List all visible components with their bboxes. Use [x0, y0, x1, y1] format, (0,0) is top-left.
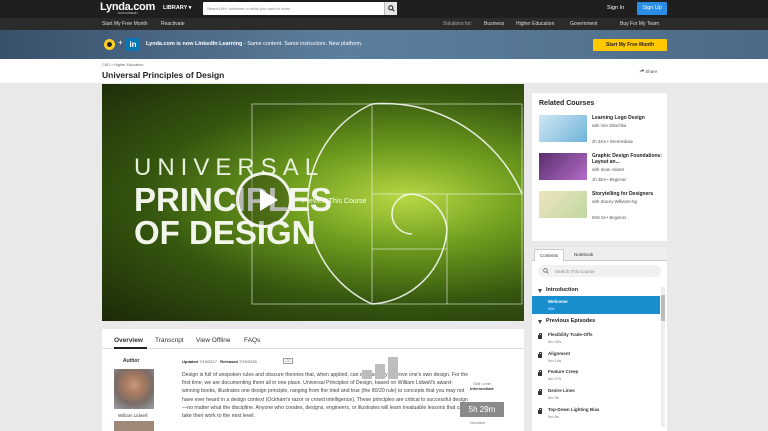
linkedin-icon: in	[126, 38, 140, 51]
lock-icon	[538, 407, 543, 414]
sign-in-link[interactable]: Sign In	[607, 5, 624, 11]
duration-badge: 5h 29m	[460, 402, 504, 417]
search-button[interactable]	[384, 2, 397, 15]
chapter-introduction[interactable]: Introduction	[532, 286, 660, 296]
sign-up-button[interactable]: Sign Up	[637, 2, 667, 15]
page-title: Universal Principles of Design	[102, 70, 225, 80]
lynda-badge-icon	[104, 39, 115, 50]
video-title-line-1: UNIVERSAL	[134, 154, 325, 181]
lynda-logo[interactable]: Lynda.com FROM LINKEDIN	[100, 1, 155, 15]
tab-notebook[interactable]: Notebook	[569, 249, 598, 261]
toc-scrollbar[interactable]	[661, 287, 665, 427]
table-of-contents-panel: Contents Notebook Search This Course Int…	[532, 247, 667, 431]
share-icon	[639, 68, 644, 73]
video-title-line-3: OF DESIGN	[134, 214, 316, 251]
plus-sign: +	[118, 38, 123, 47]
related-course-meta: 59m 5s • Beginner	[592, 215, 627, 220]
author-heading: Author	[123, 358, 140, 364]
skill-level-icon	[362, 357, 400, 379]
related-course-meta: 2h 34m • Intermediate	[592, 139, 634, 144]
chapter-previous-episodes[interactable]: Previous Episodes	[532, 317, 660, 327]
tab-transcript[interactable]: Transcript	[155, 337, 184, 344]
course-video-player[interactable]: UNIVERSAL PRINCIPLES OF DESIGN Preview T…	[102, 84, 524, 321]
tab-contents[interactable]: Contents	[534, 249, 565, 261]
related-courses-panel: Related Courses Learning Logo Design wit…	[532, 93, 667, 241]
sub-navigation: Start My Free Month Reactivate Solutions…	[0, 18, 768, 30]
higher-education-link[interactable]: Higher Education	[516, 21, 554, 27]
video-item[interactable]: Alignment 5m 14s	[532, 348, 660, 366]
author-name[interactable]: William Lidwell	[118, 413, 148, 418]
search-input[interactable]: Search 6K+ software or skills you want t…	[207, 6, 290, 11]
banner-message: Lynda.com is now LinkedIn Learning - Sam…	[146, 41, 363, 47]
lock-icon	[538, 369, 543, 376]
related-course-item[interactable]: Graphic Design Foundations: Layout an...…	[539, 153, 664, 183]
lock-icon	[538, 332, 543, 339]
duration-label: Duration	[470, 420, 486, 425]
chevron-down-icon	[538, 289, 542, 293]
tab-overview[interactable]: Overview	[114, 337, 143, 344]
solutions-label: Solutions for:	[443, 21, 473, 27]
buy-for-team-link[interactable]: Buy For My Team	[620, 21, 659, 27]
skill-level: Skill Level Intermediate	[470, 381, 494, 391]
related-course-title[interactable]: Learning Logo Design	[592, 115, 664, 121]
related-course-item[interactable]: Storytelling for Designers with Stacey W…	[539, 191, 664, 221]
author-photo-2[interactable]	[114, 421, 154, 431]
course-description: Design is full of unspoken rules and obs…	[182, 372, 469, 420]
course-thumbnail[interactable]	[539, 153, 587, 180]
video-item[interactable]: Flexibility Trade-Offs 5m 32s	[532, 329, 660, 347]
video-item[interactable]: Feature Creep 4m 27s	[532, 366, 660, 384]
tab-view-offline[interactable]: View Offline	[196, 337, 230, 344]
video-item-selected[interactable]: Welcome 49s	[532, 296, 660, 314]
course-thumbnail[interactable]	[539, 115, 587, 142]
related-course-author: with Stacey Williams-Ng	[592, 199, 637, 204]
video-item[interactable]: Top-Down Lighting Bias 5m 8s	[532, 404, 660, 422]
course-tabs: Overview Transcript View Offline FAQs	[102, 329, 524, 349]
start-free-month-link[interactable]: Start My Free Month	[102, 21, 148, 27]
course-search-field[interactable]: Search This Course	[538, 265, 661, 277]
lock-icon	[538, 388, 543, 395]
government-link[interactable]: Government	[570, 21, 598, 27]
course-title-bar: CAD > Higher Education Universal Princip…	[0, 59, 768, 83]
related-course-title[interactable]: Storytelling for Designers	[592, 191, 664, 197]
related-course-meta: 1h 35m • Beginner	[592, 177, 627, 182]
related-course-author: with Sean Adams	[592, 167, 625, 172]
course-dates: Updated 7/19/2017 Released 7/15/2015	[182, 359, 257, 364]
video-item[interactable]: Desire Lines 5m 9s	[532, 385, 660, 403]
search-icon	[543, 268, 549, 274]
linkedin-learning-banner: + in Lynda.com is now LinkedIn Learning …	[0, 30, 768, 59]
share-button[interactable]: Share	[639, 68, 657, 74]
tab-faqs[interactable]: FAQs	[244, 337, 260, 344]
related-course-item[interactable]: Learning Logo Design with Von Glitschka …	[539, 115, 664, 145]
chevron-down-icon	[538, 320, 542, 324]
top-header: Lynda.com FROM LINKEDIN LIBRARY ▾ Search …	[0, 0, 768, 18]
start-free-month-button[interactable]: Start My Free Month	[593, 39, 667, 51]
preview-course-label[interactable]: Preview This Course	[302, 198, 366, 205]
play-icon[interactable]	[236, 172, 292, 228]
author-photo[interactable]	[114, 369, 154, 409]
related-course-title[interactable]: Graphic Design Foundations: Layout an...	[592, 153, 664, 165]
related-course-author: with Von Glitschka	[592, 123, 627, 128]
course-thumbnail[interactable]	[539, 191, 587, 218]
course-search-input[interactable]: Search This Course	[555, 269, 595, 274]
related-courses-heading: Related Courses	[539, 100, 595, 107]
active-tab-indicator	[114, 347, 147, 349]
toc-tabs: Contents Notebook	[532, 247, 667, 261]
search-box[interactable]: Search 6K+ software or skills you want t…	[203, 2, 397, 15]
reactivate-link[interactable]: Reactivate	[161, 21, 185, 27]
search-icon	[388, 5, 395, 12]
lock-icon	[538, 351, 543, 358]
closed-captions-icon: CC	[283, 358, 293, 364]
library-menu[interactable]: LIBRARY ▾	[163, 5, 191, 11]
breadcrumb[interactable]: CAD > Higher Education	[102, 63, 143, 67]
business-link[interactable]: Business	[484, 21, 504, 27]
